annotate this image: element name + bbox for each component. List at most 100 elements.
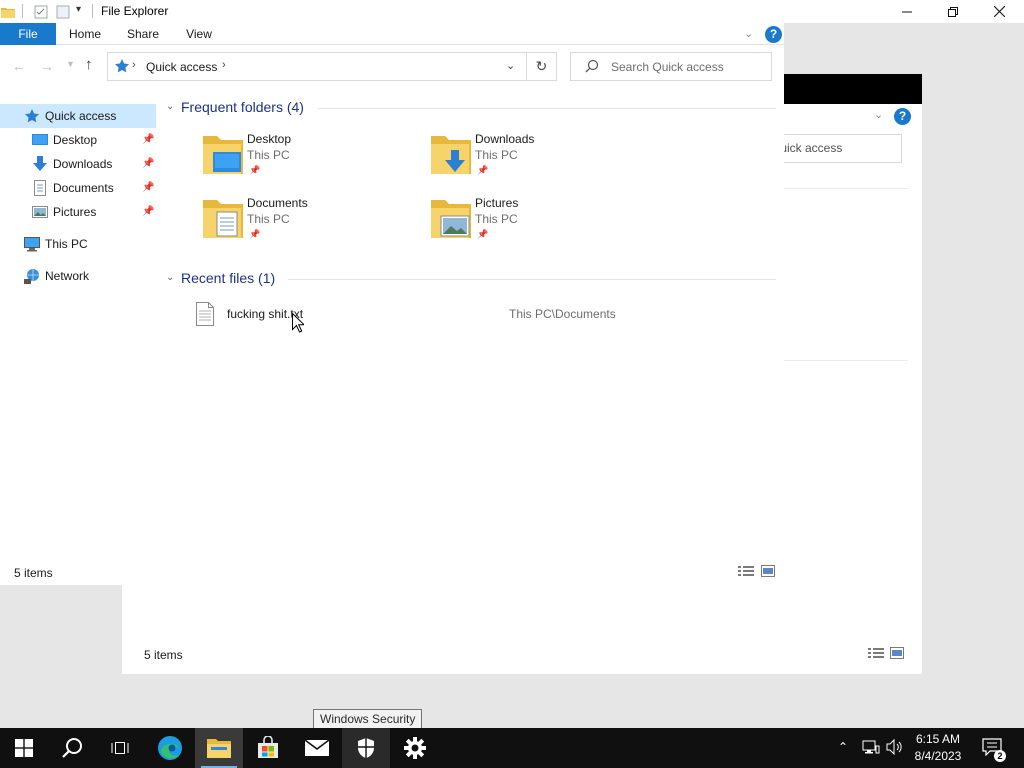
task-view-button[interactable] [96,728,144,768]
details-view-icon[interactable] [868,647,884,662]
tab-home[interactable]: Home [60,23,110,45]
pin-icon[interactable]: 📌 [142,134,154,145]
folder-tile-downloads[interactable]: Downloads This PC 📌 [429,132,649,188]
sidebar-item-pictures[interactable]: Pictures 📌 [0,200,156,224]
large-icons-view-icon[interactable] [761,565,775,580]
refresh-button[interactable]: ↻ [527,52,557,81]
customize-toolbar-icon[interactable]: ▾ [76,4,81,15]
frequent-folders-header[interactable]: Frequent folders (4) [181,99,304,115]
mouse-cursor-icon [292,312,306,336]
ribbon: File Home Share View [0,23,784,45]
tab-view[interactable]: View [176,23,222,45]
recent-files-header[interactable]: Recent files (1) [181,270,275,286]
clock-date[interactable]: 8/4/2023 [900,749,976,763]
documents-icon [32,180,48,196]
task-view-icon [111,742,129,754]
computer-icon [24,236,40,252]
download-icon [32,156,48,172]
taskbar-search-button[interactable] [48,728,96,768]
minimize-button[interactable] [884,0,930,23]
restore-button[interactable] [930,0,976,23]
sidebar-item-downloads[interactable]: Downloads 📌 [0,152,156,176]
pin-icon[interactable]: 📌 [142,182,154,193]
background-status-text: 5 items [144,648,183,662]
tab-file[interactable]: File [0,23,56,45]
sidebar-item-network[interactable]: Network [0,264,156,288]
show-hidden-icons-chevron-icon[interactable]: ⌃ [838,740,848,754]
taskbar: ⌃ 6:15 AM 8/4/2023 2 [0,728,1024,768]
network-icon [24,268,40,284]
store-icon [258,736,278,758]
taskbar-app-store[interactable] [244,728,292,768]
divider [318,108,776,109]
address-bar[interactable]: › Quick access › ⌄ [107,52,527,81]
sidebar-item-desktop[interactable]: Desktop 📌 [0,128,156,152]
sidebar-item-label: Quick access [45,109,117,123]
search-input[interactable] [611,57,766,77]
collapse-group-icon[interactable]: ⌄ [166,272,174,283]
tab-share[interactable]: Share [118,23,168,45]
search-icon [62,738,82,758]
folder-location: This PC [247,212,290,226]
recent-locations-icon[interactable]: ▼ [66,59,75,69]
sidebar-item-quick-access[interactable]: Quick access [0,104,156,128]
sidebar-item-this-pc[interactable]: This PC [0,232,156,256]
folder-tile-pictures[interactable]: Pictures This PC 📌 [429,196,649,252]
sidebar-item-label: Network [45,269,90,283]
list-item[interactable]: fucking shit.txt This PC\Documents [194,302,754,326]
properties-icon[interactable] [34,5,48,19]
folder-tile-desktop[interactable]: Desktop This PC 📌 [201,132,421,188]
start-button[interactable] [0,728,48,768]
pin-icon: 📌 [249,229,261,239]
divider [92,4,93,18]
help-icon[interactable]: ? [765,26,782,43]
title-bar[interactable]: ▾ File Explorer [0,0,1024,23]
mail-icon [304,739,330,756]
restore-icon [948,6,958,17]
divider [782,360,908,361]
desktop-folder-icon [201,132,247,176]
chevron-down-icon[interactable]: ⌄ [506,59,515,72]
pictures-folder-icon [429,196,475,240]
taskbar-app-file-explorer[interactable] [195,728,243,768]
sidebar-item-documents[interactable]: Documents 📌 [0,176,156,200]
shield-icon [358,738,374,758]
search-box[interactable] [570,52,772,81]
folder-location: This PC [247,148,290,162]
help-icon[interactable]: ? [894,108,911,125]
expand-ribbon-icon[interactable]: ⌄ [744,27,753,40]
minimize-icon [902,11,912,12]
pin-icon[interactable]: 📌 [142,158,154,169]
close-button[interactable] [976,0,1022,23]
back-arrow-icon[interactable]: ← [12,58,26,74]
taskbar-app-windows-security[interactable] [342,728,390,768]
breadcrumb-separator-icon[interactable]: › [222,59,226,71]
notification-count-badge: 2 [994,750,1006,762]
breadcrumb-separator-icon[interactable]: › [132,59,136,71]
search-icon [585,59,599,76]
downloads-folder-icon [429,132,475,176]
folder-tile-documents[interactable]: Documents This PC 📌 [201,196,421,252]
large-icons-view-icon[interactable] [890,647,904,662]
star-icon [24,108,40,124]
up-arrow-icon[interactable]: ↑ [85,56,93,73]
sidebar-item-label: Documents [53,181,114,195]
taskbar-app-settings[interactable] [391,728,439,768]
new-folder-icon[interactable] [56,5,70,19]
pin-icon: 📌 [477,165,489,175]
details-view-icon[interactable] [738,565,754,580]
chevron-down-icon[interactable]: ⌄ [874,108,888,122]
sidebar-item-label: Pictures [53,205,97,219]
breadcrumb[interactable]: Quick access [146,60,217,74]
pin-icon[interactable]: 📌 [142,206,154,217]
tooltip: Windows Security [313,709,423,729]
divider [288,279,776,280]
taskbar-app-edge[interactable] [146,728,194,768]
taskbar-app-mail[interactable] [293,728,341,768]
collapse-group-icon[interactable]: ⌄ [166,101,174,112]
folder-name: Documents [247,196,308,210]
network-status-icon[interactable] [862,739,880,758]
clock-time[interactable]: 6:15 AM [900,732,976,746]
forward-arrow-icon[interactable]: → [40,58,54,74]
folder-name: Desktop [247,132,292,146]
